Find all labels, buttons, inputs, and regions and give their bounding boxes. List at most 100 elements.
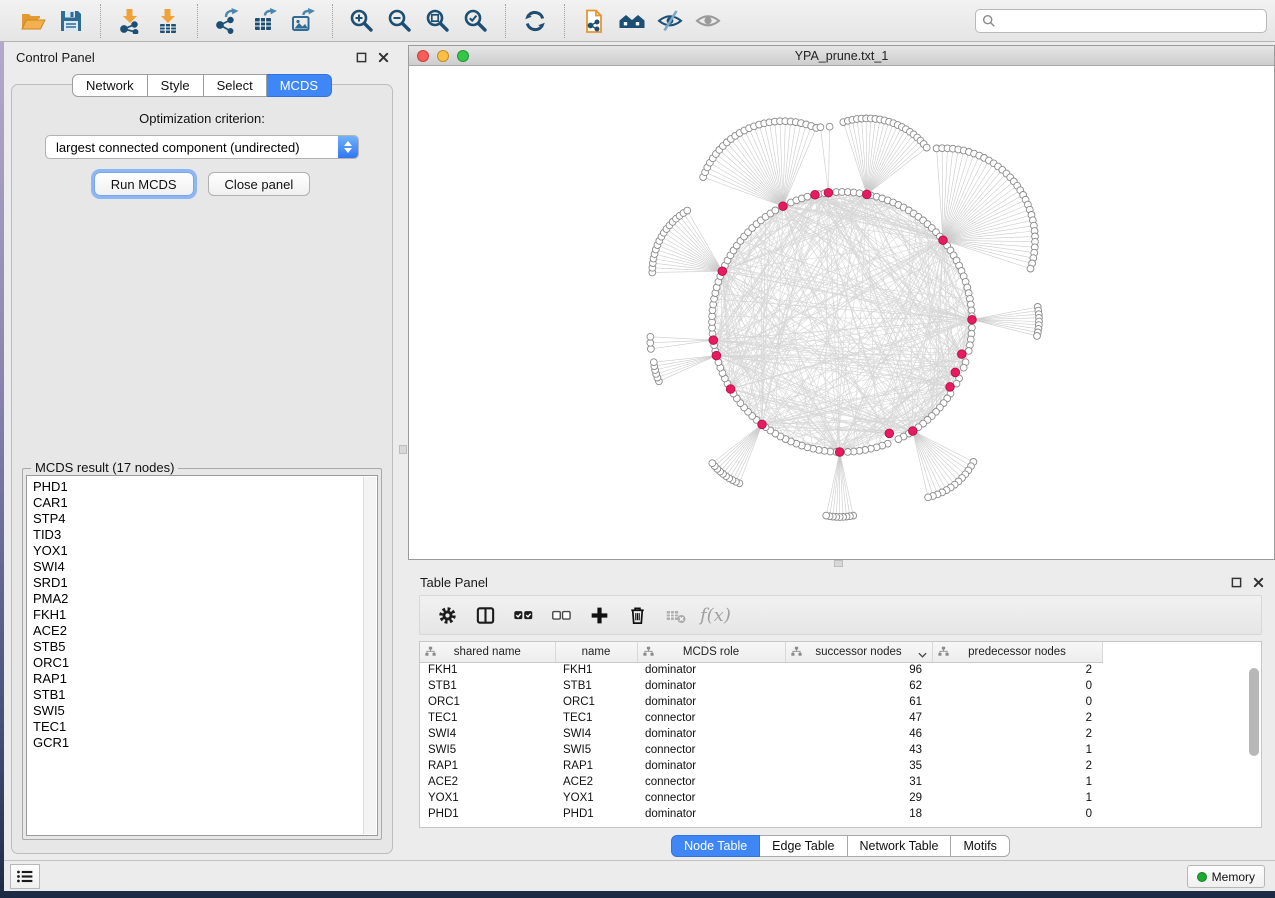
column-chooser-button[interactable] [466,599,504,631]
graph-hub-node[interactable] [758,420,767,429]
graph-hub-node[interactable] [779,202,788,211]
task-history-button[interactable] [10,864,40,889]
tab-network[interactable]: Network [72,74,148,97]
graph-hub-node[interactable] [863,190,872,199]
close-panel-button[interactable]: Close panel [208,172,311,196]
column-header-predecessor-nodes[interactable]: predecessor nodes [932,642,1102,662]
graph-hub-node[interactable] [946,383,955,392]
zoom-in-button[interactable] [343,4,381,38]
graph-node[interactable] [844,449,851,456]
mcds-result-list[interactable]: PHD1CAR1STP4TID3YOX1SWI4SRD1PMA2FKH1ACE2… [26,475,378,836]
list-item[interactable]: SWI4 [27,559,377,575]
graph-node[interactable] [804,193,811,200]
column-header-shared-name[interactable]: shared name [420,642,555,662]
list-item[interactable]: SRD1 [27,575,377,591]
export-network-button[interactable] [208,4,246,38]
graph-node[interactable] [923,144,930,151]
optimization-criterion-select[interactable]: largest connected component (undirected) [45,135,359,159]
list-scrollbar[interactable] [363,477,376,834]
import-table-button[interactable] [149,4,187,38]
tab-mcds[interactable]: MCDS [267,74,332,97]
select-all-button[interactable] [504,599,542,631]
table-row[interactable]: STB1STB1dominator620 [420,678,1102,694]
graph-hub-node[interactable] [709,336,718,345]
search-field[interactable] [975,9,1267,33]
close-panel-icon[interactable] [1251,575,1265,589]
graph-hub-node[interactable] [712,351,721,360]
list-item[interactable]: RAP1 [27,671,377,687]
zoom-window-icon[interactable] [457,50,469,62]
first-neighbors-button[interactable] [613,4,651,38]
graph-node[interactable] [826,123,833,130]
list-item[interactable]: GCR1 [27,735,377,751]
table-row[interactable]: ACE2ACE2connector311 [420,774,1102,790]
graph-hub-node[interactable] [885,429,894,438]
list-item[interactable]: STB1 [27,687,377,703]
table-row[interactable]: YOX1YOX1connector291 [420,790,1102,806]
column-header-mcds-role[interactable]: MCDS role [637,642,785,662]
add-column-button[interactable] [580,599,618,631]
graph-hub-node[interactable] [951,368,960,377]
tab-motifs[interactable]: Motifs [951,835,1009,857]
hide-selected-button[interactable] [651,4,689,38]
new-network-from-selection-button[interactable] [575,4,613,38]
column-header-name[interactable]: name [555,642,637,662]
graph-node[interactable] [684,207,691,214]
search-input[interactable] [1000,14,1260,28]
open-file-button[interactable] [14,4,52,38]
delete-table-button[interactable] [656,599,694,631]
delete-column-button[interactable] [618,599,656,631]
list-item[interactable]: PHD1 [27,476,377,495]
table-row[interactable]: FKH1FKH1dominator962 [420,662,1102,678]
tab-node-table[interactable]: Node Table [671,835,760,857]
float-panel-icon[interactable] [354,50,368,64]
zoom-fit-button[interactable] [419,4,457,38]
graph-hub-node[interactable] [726,385,735,394]
table-row[interactable]: SWI5SWI5connector431 [420,742,1102,758]
graph-node[interactable] [823,512,830,519]
graph-node[interactable] [925,494,932,501]
graph-node[interactable] [960,364,967,371]
tab-network-table[interactable]: Network Table [848,835,952,857]
export-table-button[interactable] [246,4,284,38]
tab-style[interactable]: Style [148,74,204,97]
zoom-out-button[interactable] [381,4,419,38]
zoom-selected-button[interactable] [457,4,495,38]
tab-edge-table[interactable]: Edge Table [760,835,847,857]
network-graph[interactable] [409,66,1274,559]
refresh-layout-button[interactable] [516,4,554,38]
close-window-icon[interactable] [417,50,429,62]
tab-select[interactable]: Select [204,74,267,97]
list-item[interactable]: FKH1 [27,607,377,623]
table-scrollbar-thumb[interactable] [1249,668,1259,756]
graph-node[interactable] [817,124,824,131]
list-item[interactable]: TID3 [27,527,377,543]
graph-hub-node[interactable] [824,188,833,197]
graph-node[interactable] [1034,333,1041,340]
table-row[interactable]: RAP1RAP1dominator352 [420,758,1102,774]
graph-node[interactable] [1027,265,1034,272]
import-network-button[interactable] [111,4,149,38]
list-item[interactable]: PMA2 [27,591,377,607]
graph-hub-node[interactable] [939,236,948,245]
list-item[interactable]: ACE2 [27,623,377,639]
save-session-button[interactable] [52,4,90,38]
graph-node[interactable] [772,207,779,214]
table-settings-button[interactable] [428,599,466,631]
horizontal-split-divider[interactable] [406,560,1275,567]
list-item[interactable]: STP4 [27,511,377,527]
graph-node[interactable] [709,460,716,467]
list-item[interactable]: ORC1 [27,655,377,671]
list-item[interactable]: STB5 [27,639,377,655]
graph-node[interactable] [647,333,654,340]
function-builder-icon[interactable]: f(x) [694,605,737,626]
table-row[interactable]: SWI4SWI4dominator462 [420,726,1102,742]
list-item[interactable]: YOX1 [27,543,377,559]
list-item[interactable]: TEC1 [27,719,377,735]
graph-hub-node[interactable] [909,427,918,436]
memory-button[interactable]: Memory [1187,865,1265,888]
network-canvas[interactable] [409,66,1274,559]
graph-hub-node[interactable] [811,191,820,200]
list-item[interactable]: SWI5 [27,703,377,719]
table-row[interactable]: ORC1ORC1dominator610 [420,694,1102,710]
